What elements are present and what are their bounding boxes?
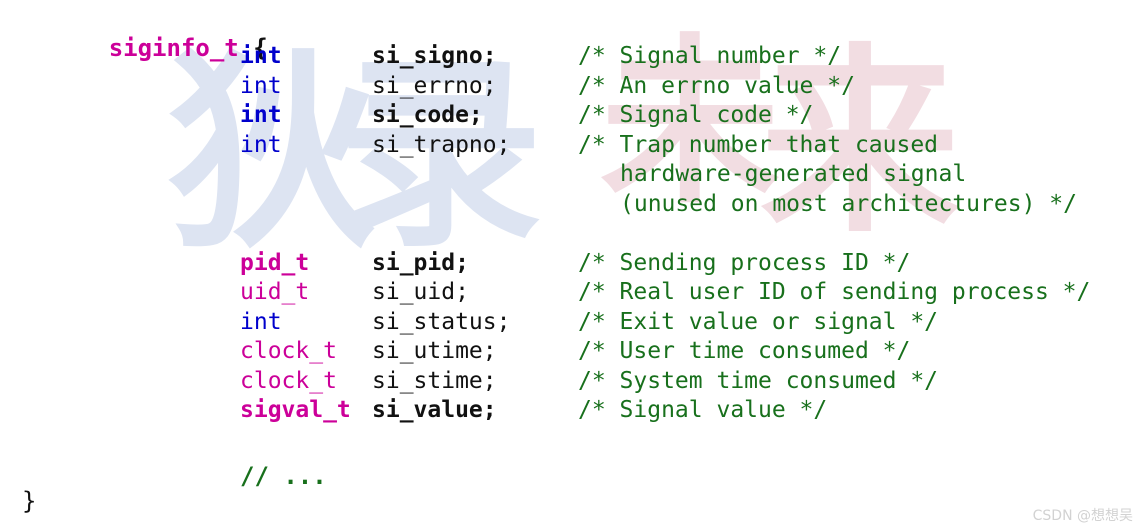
- field-comment: /* Signal number */: [578, 43, 842, 69]
- field-name: si_utime;: [372, 338, 497, 364]
- field-type: uid_t: [240, 279, 310, 305]
- field-type: int: [240, 308, 282, 335]
- struct-field-row: int si_signo; /* Signal number */: [0, 42, 1145, 72]
- field-name: si_value;: [372, 397, 497, 423]
- field-name: si_pid;: [372, 249, 469, 276]
- code-snippet-image: 狄 录 未 来 siginfo_t { int si_signo;/* Signa…: [0, 0, 1145, 531]
- field-comment-continuation-row: hardware-generated signal: [0, 160, 1145, 190]
- field-name: si_trapno;: [372, 131, 511, 158]
- attribution-watermark: CSDN @想想吴: [1032, 508, 1133, 524]
- field-type: pid_t: [240, 249, 310, 276]
- field-comment: /* An errno value */: [578, 72, 855, 99]
- field-type: sigval_t: [240, 397, 351, 423]
- struct-field-row: sigval_t si_value; /* Signal value */: [0, 396, 1145, 426]
- field-name: si_stime;: [372, 367, 497, 394]
- field-type: int: [240, 131, 282, 158]
- struct-field-row: clock_t si_stime; /* System time consumed …: [0, 367, 1145, 397]
- field-comment: /* Signal code */: [578, 102, 814, 128]
- field-comment-continuation-row: (unused on most architectures) */: [0, 190, 1145, 220]
- field-comment: /* Real user ID of sending process */: [578, 279, 1091, 305]
- field-type: int: [240, 102, 282, 128]
- field-type: clock_t: [240, 338, 337, 364]
- field-comment-continuation: hardware-generated signal: [620, 161, 967, 187]
- field-name: si_uid;: [372, 279, 469, 305]
- field-name: si_code;: [372, 102, 483, 128]
- trailing-comment-line: // ...: [240, 462, 327, 490]
- field-name: si_status;: [372, 308, 511, 335]
- struct-field-row: int si_status; /* Exit value or signal */: [0, 308, 1145, 338]
- struct-field-row: int si_code; /* Signal code */: [0, 101, 1145, 131]
- field-comment: /* Trap number that caused: [578, 131, 939, 158]
- field-type: int: [240, 72, 282, 99]
- struct-field-row: uid_t si_uid; /* Real user ID of sending p…: [0, 278, 1145, 308]
- struct-field-row: clock_t si_utime; /* User time consumed */: [0, 337, 1145, 367]
- field-comment: /* System time consumed */: [578, 367, 939, 394]
- struct-field-row: int si_errno; /* An errno value */: [0, 72, 1145, 102]
- struct-close-brace: }: [22, 487, 37, 515]
- struct-declaration-line: siginfo_t {: [22, 4, 268, 62]
- field-type: clock_t: [240, 367, 337, 394]
- struct-field-row: pid_t si_pid; /* Sending process ID */: [0, 249, 1145, 279]
- field-name: si_signo;: [372, 43, 497, 69]
- field-type: int: [240, 43, 282, 69]
- struct-field-row: int si_trapno; /* Trap number that caused: [0, 131, 1145, 161]
- field-comment: /* User time consumed */: [578, 338, 911, 364]
- field-comment-continuation: (unused on most architectures) */: [620, 190, 1077, 217]
- field-comment: /* Sending process ID */: [578, 249, 911, 276]
- code-block: siginfo_t { int si_signo; /* Signal number…: [0, 0, 1145, 531]
- field-comment: /* Exit value or signal */: [578, 308, 939, 335]
- field-comment: /* Signal value */: [578, 397, 828, 423]
- field-name: si_errno;: [372, 72, 497, 99]
